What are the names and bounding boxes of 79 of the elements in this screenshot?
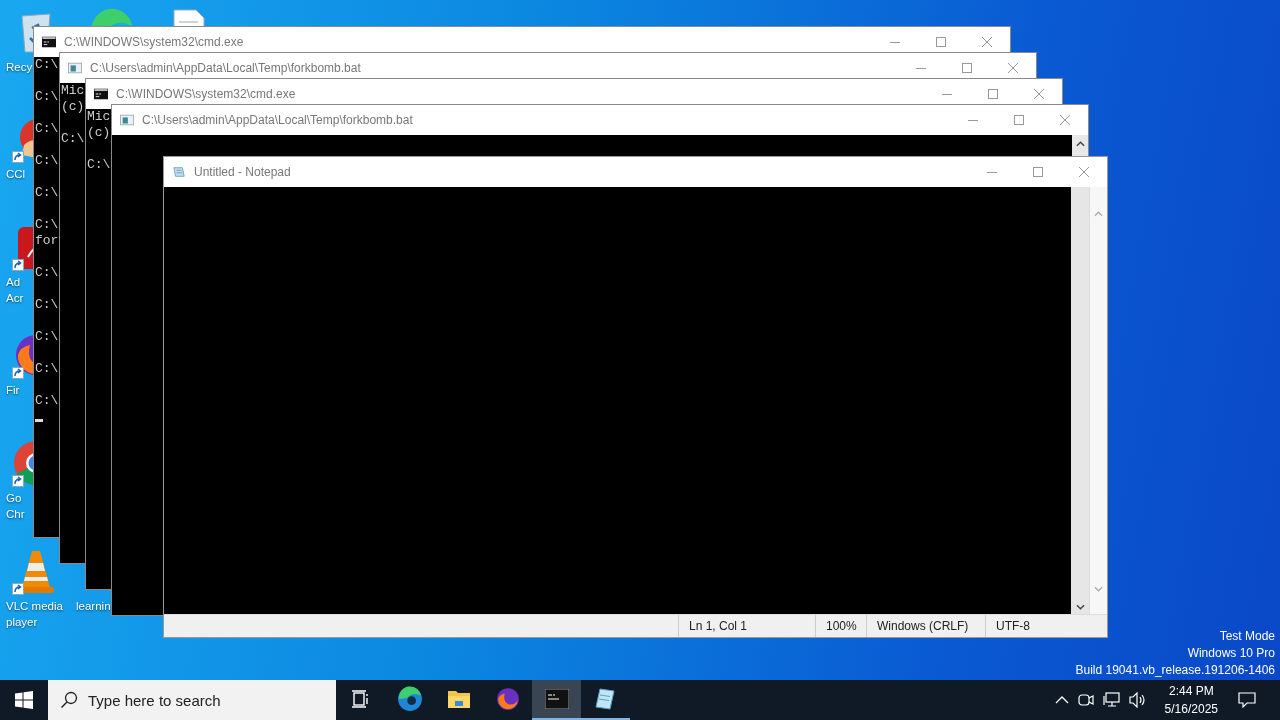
scroll-down-icon[interactable] bbox=[1075, 604, 1085, 610]
search-field[interactable]: Type here to search bbox=[48, 680, 336, 720]
gear-window-icon bbox=[120, 114, 134, 126]
console-icon bbox=[544, 689, 569, 709]
icon-label[interactable]: player bbox=[6, 614, 38, 630]
status-text: UTF-8 bbox=[985, 615, 1072, 637]
windows-logo-icon bbox=[15, 691, 33, 709]
icon-label[interactable]: Ad bbox=[6, 274, 21, 290]
volume-icon[interactable] bbox=[1128, 692, 1147, 708]
console-line: C:\ bbox=[35, 393, 59, 409]
edge-icon bbox=[396, 686, 423, 712]
console-line: C:\ bbox=[35, 217, 59, 233]
gear-window-icon bbox=[68, 62, 82, 74]
status-text: Ln 1, Col 1 bbox=[678, 615, 815, 637]
console-line: C:\ bbox=[35, 185, 59, 201]
notification-icon[interactable] bbox=[1238, 692, 1256, 708]
console-line: C:\ bbox=[35, 265, 59, 281]
shortcut-arrow-icon bbox=[12, 583, 24, 595]
icon-label[interactable]: Go bbox=[6, 490, 22, 506]
icon-label[interactable]: CCl bbox=[6, 166, 26, 182]
icon-label[interactable]: learnin bbox=[76, 598, 111, 614]
taskbar-app-button[interactable] bbox=[532, 680, 581, 720]
icon-label[interactable]: VLC media bbox=[6, 598, 63, 614]
window-title: C:\Users\admin\AppData\Local\Temp\forkbomb.bat bbox=[142, 113, 414, 127]
icon-label[interactable]: Fir bbox=[6, 382, 20, 398]
scrollbar[interactable] bbox=[1072, 135, 1088, 157]
network-icon[interactable] bbox=[1102, 692, 1121, 708]
icon-label[interactable]: Chr bbox=[6, 506, 25, 522]
shortcut-arrow-icon bbox=[12, 367, 24, 379]
scrollbar[interactable] bbox=[1071, 187, 1089, 614]
maximize-icon bbox=[988, 89, 998, 99]
window-title: C:\WINDOWS\system32\cmd.exe bbox=[116, 87, 297, 101]
console-line: Mic bbox=[61, 83, 85, 99]
firefox-icon bbox=[494, 686, 521, 712]
console-line: C:\ bbox=[87, 157, 111, 173]
console-icon bbox=[42, 36, 56, 48]
console-line: for bbox=[35, 233, 59, 249]
close-icon bbox=[982, 37, 992, 47]
console-line: C:\ bbox=[35, 361, 59, 377]
close-icon bbox=[1008, 63, 1018, 73]
scroll-up-icon[interactable] bbox=[1075, 141, 1085, 147]
shortcut-arrow-icon bbox=[12, 259, 24, 271]
clock[interactable]: 2:44 PM 5/16/2025 bbox=[1154, 682, 1230, 718]
chevron-up-icon[interactable] bbox=[1054, 695, 1069, 705]
window-title: Untitled - Notepad bbox=[194, 165, 292, 179]
os-info-text: Build 19041.vb_release.191206-1406 bbox=[1075, 662, 1275, 679]
shortcut-arrow-icon bbox=[12, 151, 24, 163]
maximize-icon bbox=[962, 63, 972, 73]
console-line: C:\ bbox=[35, 153, 59, 169]
console-line: Mic bbox=[87, 109, 111, 125]
os-info-text: Windows 10 Pro bbox=[1187, 645, 1275, 662]
console-line: C:\ bbox=[35, 89, 59, 105]
task-view-icon bbox=[350, 690, 371, 708]
console-line: C:\ bbox=[61, 131, 85, 147]
console-icon bbox=[94, 88, 108, 100]
console-line: (c) bbox=[87, 125, 111, 141]
os-info-text: Test Mode bbox=[1219, 628, 1275, 645]
folder-icon bbox=[446, 688, 471, 710]
status-text: 100% bbox=[815, 615, 866, 637]
window-title: C:\Users\admin\AppData\Local\Temp\forkbomb.bat bbox=[90, 61, 362, 75]
console-line: C:\ bbox=[35, 329, 59, 345]
camera-icon[interactable] bbox=[1076, 692, 1095, 708]
console-line: (c) bbox=[61, 99, 85, 115]
window-title: C:\WINDOWS\system32\cmd.exe bbox=[64, 35, 245, 49]
notepad-icon bbox=[593, 687, 618, 711]
close-icon bbox=[1079, 167, 1089, 177]
maximize-icon bbox=[936, 37, 946, 47]
maximize-icon bbox=[1014, 115, 1024, 125]
close-icon bbox=[1034, 89, 1044, 99]
notepad-icon bbox=[172, 166, 186, 178]
maximize-icon bbox=[1033, 167, 1043, 177]
icon-label[interactable]: Acr bbox=[6, 290, 24, 306]
close-icon bbox=[1060, 115, 1070, 125]
console-line: C:\ bbox=[35, 297, 59, 313]
status-text: Windows (CRLF) bbox=[866, 615, 985, 637]
icon-label[interactable]: Recy bbox=[6, 59, 33, 75]
console-line: C:\ bbox=[35, 121, 59, 137]
console-line: C:\ bbox=[35, 57, 59, 73]
shortcut-arrow-icon bbox=[12, 475, 24, 487]
